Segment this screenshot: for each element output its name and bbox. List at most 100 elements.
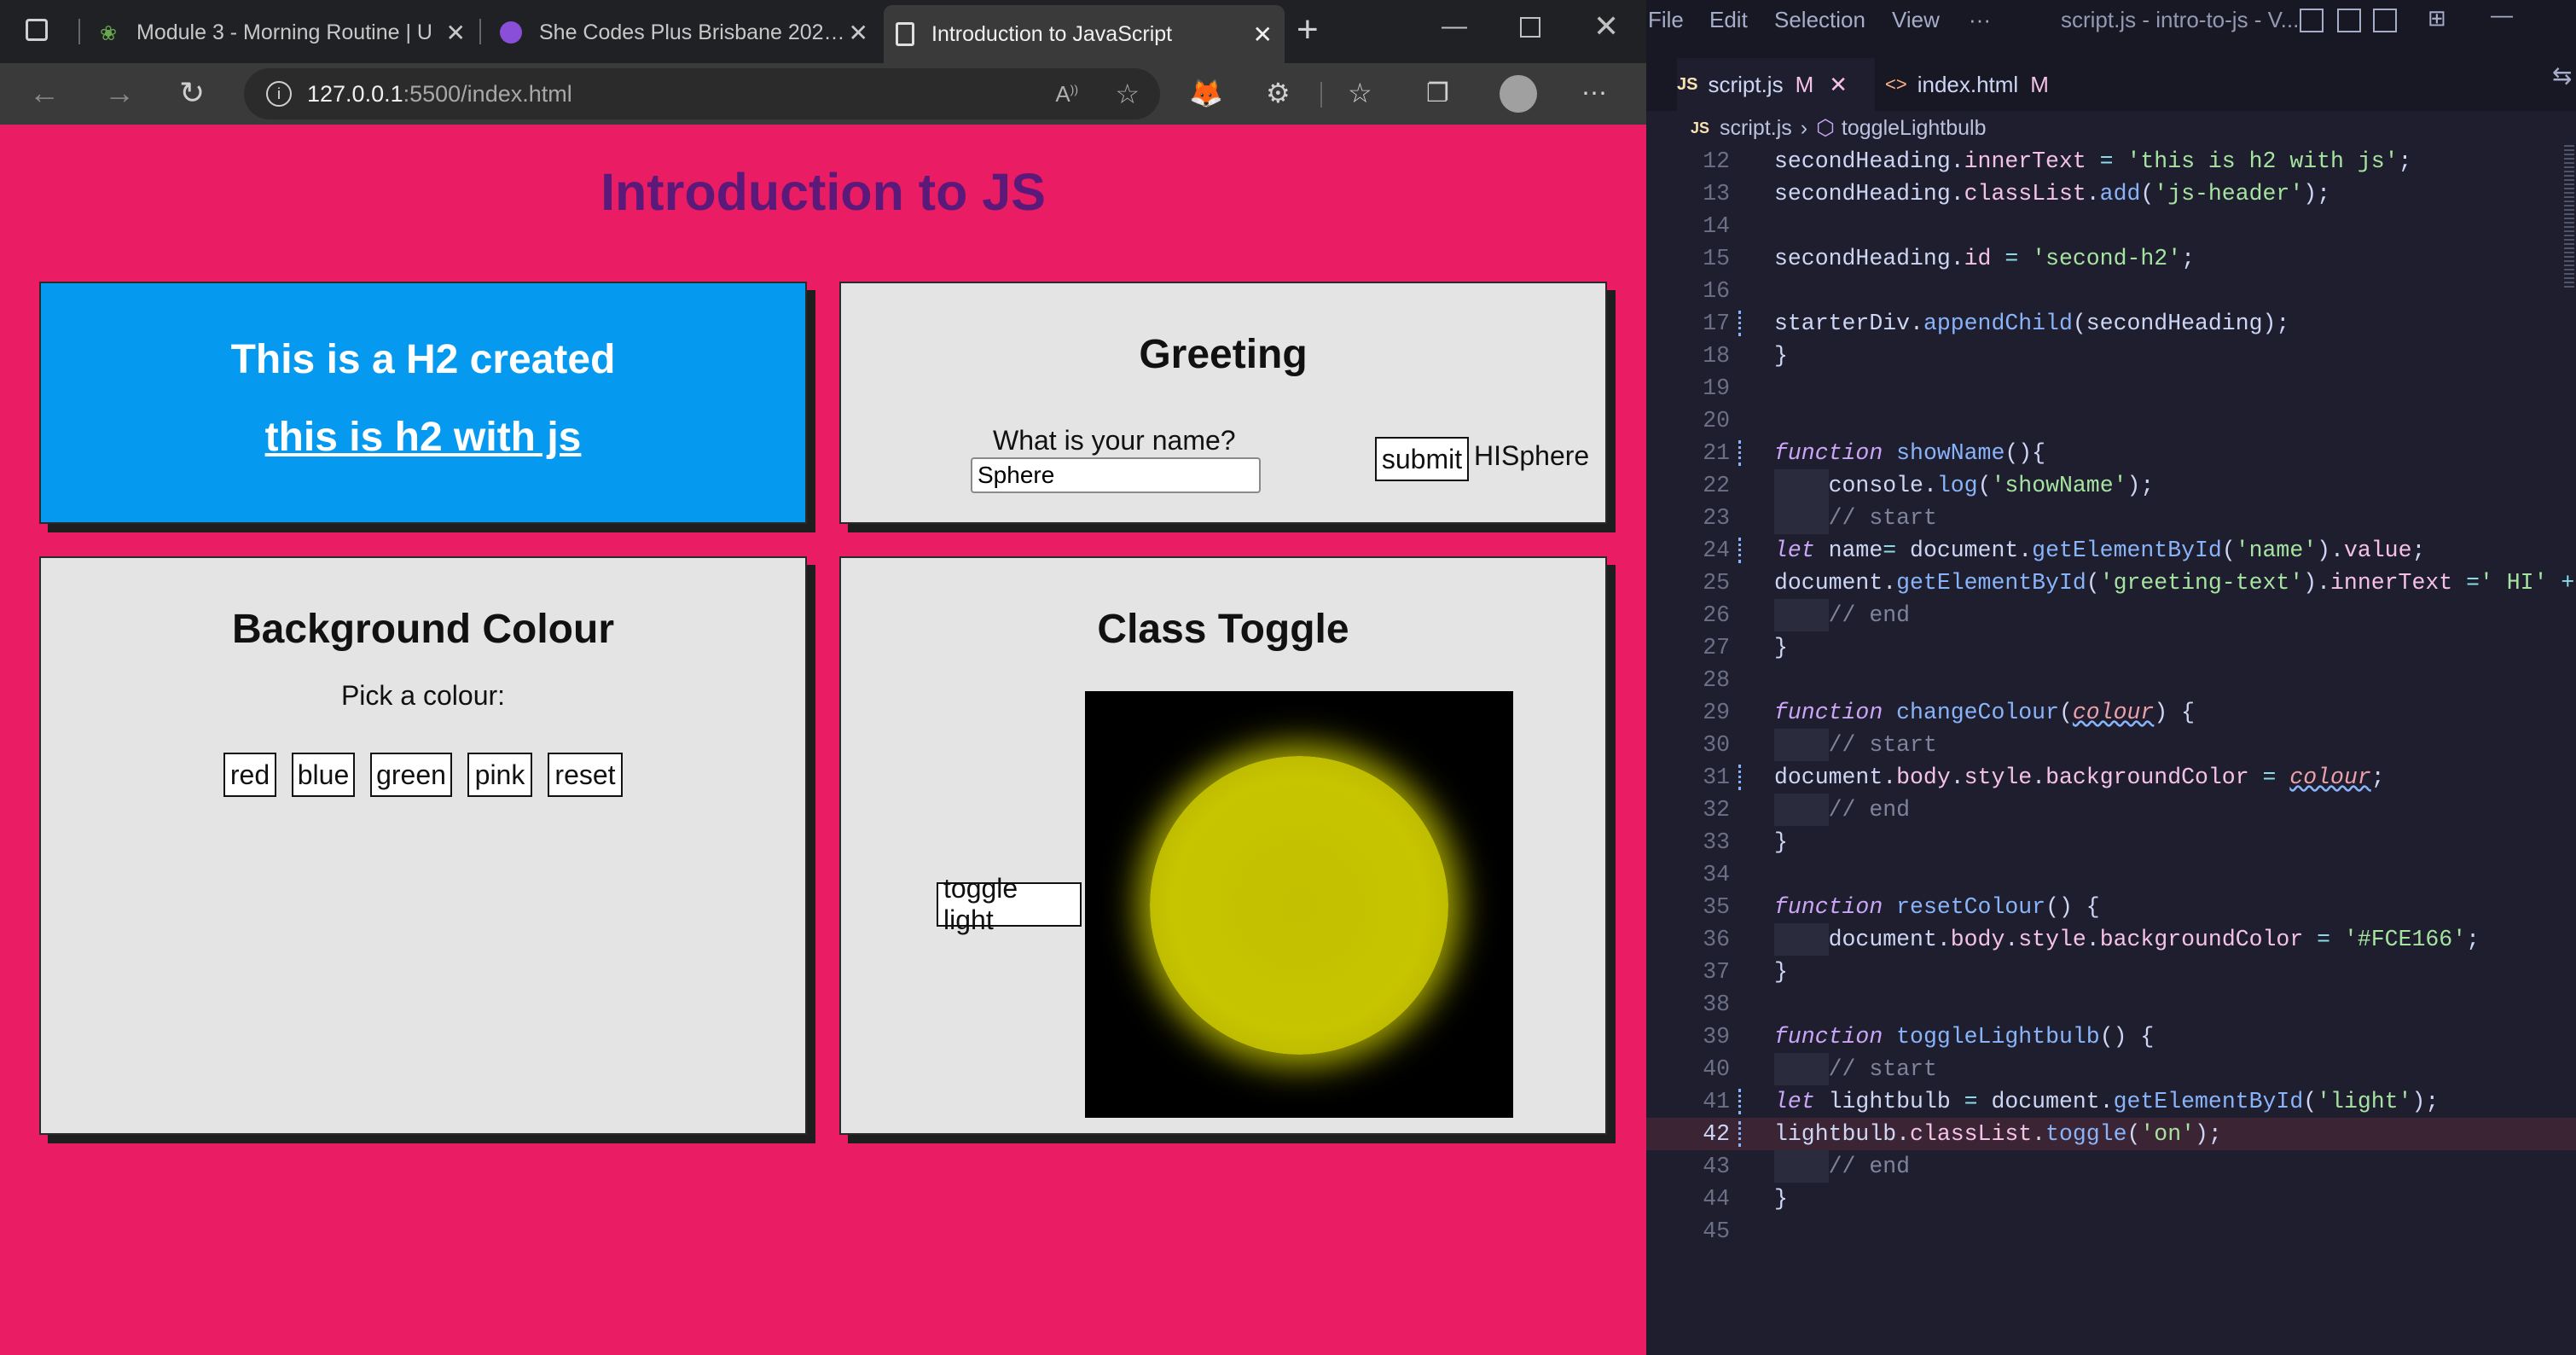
code-text: console.log('showName'); xyxy=(1774,469,2154,502)
tab-label: She Codes Plus Brisbane 2022 - xyxy=(539,20,846,44)
breadcrumb-file[interactable]: script.js xyxy=(1720,116,1792,141)
line-number: 16 xyxy=(1703,278,1730,304)
code-editor[interactable]: 12 secondHeading.innerText = 'this is h2 … xyxy=(1646,145,2576,1247)
code-line[interactable]: 43 // end xyxy=(1646,1150,2576,1183)
code-line[interactable]: 42 lightbulb.classList.toggle('on'); xyxy=(1646,1118,2576,1150)
browser-tab-shecodes[interactable]: She Codes Plus Brisbane 2022 - ✕ xyxy=(488,9,880,56)
compare-icon[interactable]: ⇆ xyxy=(2552,61,2572,90)
layout-toggle-icon[interactable] xyxy=(2300,9,2324,32)
toggle-light-button[interactable]: toggle light xyxy=(937,873,1082,935)
line-number: 19 xyxy=(1703,375,1730,401)
pink-button[interactable]: pink xyxy=(467,753,532,797)
line-number: 29 xyxy=(1703,700,1730,725)
reset-button[interactable]: reset xyxy=(548,753,623,797)
name-input[interactable] xyxy=(971,457,1261,493)
sidebar-toggle-icon[interactable] xyxy=(2373,9,2397,32)
metamask-extension-icon[interactable]: 🦊 xyxy=(1189,77,1223,109)
menu-file[interactable]: File xyxy=(1648,7,1684,33)
code-line[interactable]: 29 function changeColour(colour) { xyxy=(1646,696,2576,729)
code-text: function changeColour(colour) { xyxy=(1774,700,2196,725)
back-icon[interactable]: ← xyxy=(29,75,60,111)
code-text: secondHeading.classList.add('js-header')… xyxy=(1774,181,2331,206)
browser-tab-module3[interactable]: ❀ Module 3 - Morning Routine | U ✕ xyxy=(85,9,478,56)
tab-label: index.html xyxy=(1917,71,2019,97)
code-line[interactable]: 15 secondHeading.id = 'second-h2'; xyxy=(1646,242,2576,275)
favorites-icon[interactable]: ☆ xyxy=(1348,77,1372,109)
line-number: 42 xyxy=(1703,1121,1730,1147)
code-line[interactable]: 14 xyxy=(1646,210,2576,242)
code-line[interactable]: 34 xyxy=(1646,858,2576,891)
site-info-icon[interactable]: i xyxy=(266,81,292,107)
collections-icon[interactable]: ❐ xyxy=(1426,79,1449,108)
more-menu-icon[interactable]: ⋯ xyxy=(1581,79,1607,108)
code-line[interactable]: 24 let name= document.getElementById('nam… xyxy=(1646,534,2576,567)
code-line[interactable]: 27} xyxy=(1646,631,2576,664)
code-line[interactable]: 37} xyxy=(1646,956,2576,988)
forward-icon[interactable]: → xyxy=(104,75,135,111)
close-icon[interactable]: ✕ xyxy=(1253,20,1273,49)
panel-toggle-icon[interactable] xyxy=(2337,9,2361,32)
editor-tab-index-html[interactable]: <> index.html M xyxy=(1885,58,2107,111)
code-line[interactable]: 40 // start xyxy=(1646,1053,2576,1085)
browser-tab-intro-js[interactable]: Introduction to JavaScript ✕ xyxy=(884,5,1285,63)
line-number: 13 xyxy=(1703,181,1730,206)
code-line[interactable]: 18} xyxy=(1646,340,2576,372)
menu-selection[interactable]: Selection xyxy=(1774,7,1865,33)
code-line[interactable]: 33} xyxy=(1646,826,2576,858)
blue-button[interactable]: blue xyxy=(292,753,355,797)
close-window-icon[interactable]: ✕ xyxy=(1593,9,1619,44)
submit-button[interactable]: submit xyxy=(1375,437,1469,481)
code-line[interactable]: 31 document.body.style.backgroundColor = … xyxy=(1646,761,2576,794)
address-bar-row: ← → ↻ i 127.0.0.1 :5500/index.html A)) ☆… xyxy=(0,63,1646,125)
code-line[interactable]: 36 document.body.style.backgroundColor =… xyxy=(1646,923,2576,956)
code-line[interactable]: 13 secondHeading.classList.add('js-header… xyxy=(1646,177,2576,210)
red-button[interactable]: red xyxy=(223,753,276,797)
code-text: secondHeading.innerText = 'this is h2 wi… xyxy=(1774,148,2412,174)
code-line[interactable]: 26 // end xyxy=(1646,599,2576,631)
code-line[interactable]: 25 document.getElementById('greeting-text… xyxy=(1646,567,2576,599)
code-line[interactable]: 17 starterDiv.appendChild(secondHeading); xyxy=(1646,307,2576,340)
code-line[interactable]: 16 xyxy=(1646,275,2576,307)
close-icon[interactable]: ✕ xyxy=(1829,72,1848,98)
code-line[interactable]: 23 // start xyxy=(1646,502,2576,534)
code-line[interactable]: 32 // end xyxy=(1646,794,2576,826)
code-line[interactable]: 21 function showName(){ xyxy=(1646,437,2576,469)
breadcrumb-symbol[interactable]: toggleLightbulb xyxy=(1842,116,1987,141)
maximize-icon[interactable] xyxy=(1520,17,1540,38)
green-button[interactable]: green xyxy=(370,753,452,797)
new-tab-icon[interactable]: + xyxy=(1297,9,1319,51)
url-bar[interactable]: i 127.0.0.1 :5500/index.html A)) ☆ xyxy=(244,68,1160,119)
browser-window: ❀ Module 3 - Morning Routine | U ✕ She C… xyxy=(0,0,1646,1355)
code-text: } xyxy=(1774,635,1788,660)
code-text: // end xyxy=(1774,599,1910,631)
code-line[interactable]: 35 function resetColour() { xyxy=(1646,891,2576,923)
code-line[interactable]: 45 xyxy=(1646,1215,2576,1247)
refresh-icon[interactable]: ↻ xyxy=(179,75,205,111)
code-line[interactable]: 22 console.log('showName'); xyxy=(1646,469,2576,502)
code-line[interactable]: 41 let lightbulb = document.getElementByI… xyxy=(1646,1085,2576,1118)
menu-view[interactable]: View xyxy=(1892,7,1940,33)
code-line[interactable]: 19 xyxy=(1646,372,2576,404)
editor-tab-script-js[interactable]: JS script.js M ✕ xyxy=(1677,58,1875,111)
read-aloud-icon[interactable]: A)) xyxy=(1055,81,1078,108)
close-icon[interactable]: ✕ xyxy=(446,19,466,47)
customize-layout-icon[interactable]: ⊞ xyxy=(2428,5,2446,32)
minimize-icon[interactable]: — xyxy=(1442,12,1467,41)
tab-actions-icon[interactable] xyxy=(26,19,48,41)
code-text: document.getElementById('greeting-text')… xyxy=(1774,570,2575,596)
minimize-icon[interactable]: — xyxy=(2491,2,2513,28)
code-line[interactable]: 44} xyxy=(1646,1183,2576,1215)
code-line[interactable]: 39 function toggleLightbulb() { xyxy=(1646,1021,2576,1053)
code-line[interactable]: 38 xyxy=(1646,988,2576,1021)
code-line[interactable]: 28 xyxy=(1646,664,2576,696)
close-icon[interactable]: ✕ xyxy=(849,19,868,47)
code-line[interactable]: 12 secondHeading.innerText = 'this is h2 … xyxy=(1646,145,2576,177)
profile-avatar[interactable] xyxy=(1500,75,1537,113)
code-text: starterDiv.appendChild(secondHeading); xyxy=(1774,311,2290,336)
menu-edit[interactable]: Edit xyxy=(1709,7,1748,33)
code-line[interactable]: 30 // start xyxy=(1646,729,2576,761)
code-line[interactable]: 20 xyxy=(1646,404,2576,437)
add-favorite-icon[interactable]: ☆ xyxy=(1115,78,1140,110)
menu-more[interactable]: ··· xyxy=(1969,7,1991,33)
extensions-icon[interactable]: ⚙ xyxy=(1266,77,1291,109)
